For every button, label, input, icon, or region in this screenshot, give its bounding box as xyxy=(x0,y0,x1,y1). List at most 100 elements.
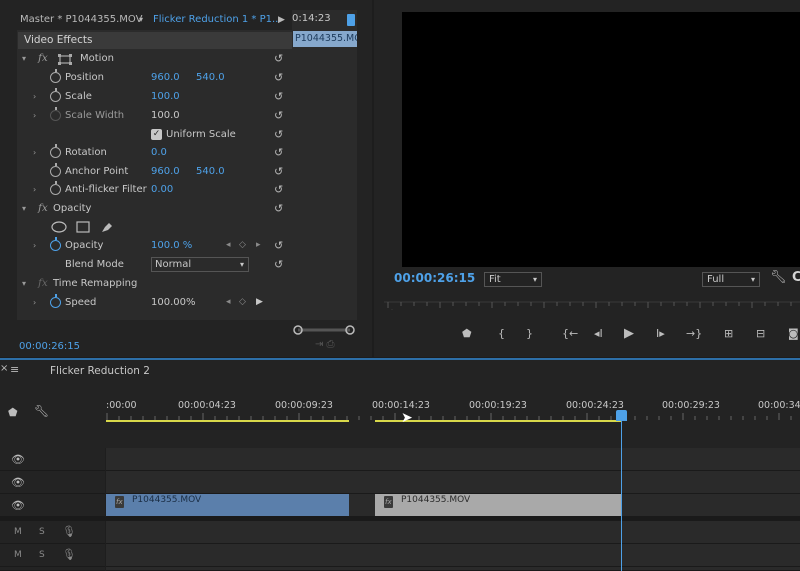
tab-master-clip[interactable]: Master * P1044355.MOV xyxy=(20,10,142,30)
reset-icon[interactable]: ↺ xyxy=(274,90,286,103)
opacity-value[interactable]: 100.0 % xyxy=(151,240,192,251)
export-frame-icon[interactable]: ◙ xyxy=(788,327,799,340)
scale-value[interactable]: 100.0 xyxy=(151,91,180,102)
zoom-scrollbar[interactable] xyxy=(292,322,357,338)
motion-effect-row[interactable]: ▾ fx Motion ↺ xyxy=(18,51,292,69)
opacity-effect-row[interactable]: ▾ fx Opacity ↺ xyxy=(18,201,292,219)
sequence-tab-title[interactable]: Flicker Reduction 2 xyxy=(50,365,150,377)
track-header-v2[interactable]: 👁︎ xyxy=(0,471,105,494)
program-time-ruler[interactable] xyxy=(384,298,800,310)
collapse-chevron-icon[interactable]: ▾ xyxy=(22,54,26,63)
expand-chevron-icon[interactable]: › xyxy=(33,111,36,120)
uniform-scale-checkbox[interactable]: ✓ xyxy=(151,129,162,140)
stopwatch-icon[interactable] xyxy=(50,181,61,195)
expand-chevron-icon[interactable]: › xyxy=(33,92,36,101)
add-keyframe-icon[interactable]: ◇ xyxy=(239,240,246,250)
track-v2[interactable] xyxy=(106,471,800,494)
mini-clip-bar[interactable]: P1044355.MOV xyxy=(293,31,357,47)
timeline-clip[interactable]: fx P1044355.MOV xyxy=(106,494,349,516)
reset-icon[interactable]: ↺ xyxy=(274,128,286,141)
track-header-v3[interactable]: 👁︎ xyxy=(0,448,105,471)
reset-icon[interactable]: ↺ xyxy=(274,239,286,252)
playhead-line[interactable] xyxy=(621,418,622,571)
reset-icon[interactable]: ↺ xyxy=(274,52,286,65)
track-header-a1[interactable]: M S 🎙︎ xyxy=(0,521,105,544)
eye-icon[interactable]: 👁︎ xyxy=(11,453,25,466)
mini-timeline[interactable] xyxy=(292,10,357,320)
track-v3[interactable] xyxy=(106,448,800,471)
track-header-a2[interactable]: M S 🎙︎ xyxy=(0,544,105,567)
fx-badge-icon[interactable]: fx xyxy=(115,496,124,508)
mini-playhead[interactable] xyxy=(347,14,355,26)
work-area-bar[interactable] xyxy=(106,420,349,422)
time-remapping-row[interactable]: ▾ fx Time Remapping xyxy=(18,276,292,294)
expand-chevron-icon[interactable]: › xyxy=(33,185,36,194)
track-a1[interactable] xyxy=(106,521,800,544)
collapse-chevron-icon[interactable]: ▾ xyxy=(22,204,26,213)
prev-keyframe-icon[interactable]: ◂ xyxy=(226,240,231,250)
track-a2[interactable] xyxy=(106,544,800,567)
next-keyframe-icon[interactable]: ▸ xyxy=(256,240,261,250)
position-y-value[interactable]: 540.0 xyxy=(196,72,225,83)
expand-chevron-icon[interactable]: › xyxy=(33,148,36,157)
track-a3[interactable] xyxy=(106,567,800,571)
playhead-handle[interactable] xyxy=(616,410,627,421)
stopwatch-icon[interactable] xyxy=(50,294,61,308)
antiflicker-value[interactable]: 0.00 xyxy=(151,184,173,195)
eye-icon[interactable]: 👁︎ xyxy=(11,499,25,512)
go-to-in-icon[interactable]: {← xyxy=(562,327,578,340)
mark-out-icon[interactable]: } xyxy=(526,327,533,340)
transform-box-icon[interactable] xyxy=(58,54,72,65)
stopwatch-icon[interactable] xyxy=(50,163,61,177)
wrench-icon[interactable]: 🔧︎ xyxy=(34,404,49,418)
rotation-value[interactable]: 0.0 xyxy=(151,147,167,158)
microphone-icon[interactable]: 🎙︎ xyxy=(62,548,76,561)
blend-mode-select[interactable]: Normal ▾ xyxy=(151,257,249,272)
mute-toggle[interactable]: M xyxy=(14,550,22,560)
playback-resolution-select[interactable]: Full ▾ xyxy=(702,272,760,287)
position-x-value[interactable]: 960.0 xyxy=(151,72,180,83)
reset-icon[interactable]: ↺ xyxy=(274,183,286,196)
fx-icon[interactable]: fx xyxy=(38,52,48,64)
prev-keyframe-icon[interactable]: ◂ xyxy=(226,297,231,307)
ellipse-mask-icon[interactable] xyxy=(51,221,67,233)
reset-icon[interactable]: ↺ xyxy=(274,165,286,178)
reset-icon[interactable]: ↺ xyxy=(274,109,286,122)
lift-icon[interactable]: ⊞ xyxy=(724,327,733,340)
program-video-frame[interactable] xyxy=(402,12,800,267)
wrench-icon[interactable]: 🔧︎ xyxy=(770,270,787,285)
close-tab-icon[interactable]: × xyxy=(0,363,8,374)
extract-icon[interactable]: ⊟ xyxy=(756,327,765,340)
mark-in-icon[interactable]: { xyxy=(498,327,505,340)
eye-icon[interactable]: 👁︎ xyxy=(11,476,25,489)
stopwatch-icon[interactable] xyxy=(50,237,61,251)
reset-icon[interactable]: ↺ xyxy=(274,258,286,271)
speed-value[interactable]: 100.00% xyxy=(151,297,196,308)
expand-chevron-icon[interactable]: › xyxy=(33,298,36,307)
rectangle-mask-icon[interactable] xyxy=(76,221,90,233)
effect-controls-timecode[interactable]: 00:00:26:15 xyxy=(19,341,80,352)
step-back-icon[interactable]: ◂I xyxy=(594,327,603,340)
microphone-icon[interactable]: 🎙︎ xyxy=(62,525,76,538)
play-only-icon[interactable]: ▶ xyxy=(278,10,285,30)
filter-export-icons[interactable]: ⇥ ⎙ xyxy=(315,339,335,350)
expand-chevron-icon[interactable]: › xyxy=(33,241,36,250)
hamburger-menu-icon[interactable]: ≡ xyxy=(10,363,19,376)
add-keyframe-icon[interactable]: ◇ xyxy=(239,297,246,307)
solo-toggle[interactable]: S xyxy=(39,550,45,560)
timeline-clip[interactable]: fx P1044355.MOV xyxy=(375,494,621,516)
comparison-view-icon[interactable]: C xyxy=(792,270,800,285)
reset-icon[interactable]: ↺ xyxy=(274,202,286,215)
reset-icon[interactable]: ↺ xyxy=(274,71,286,84)
fx-badge-icon[interactable]: fx xyxy=(384,496,393,508)
zoom-level-select[interactable]: Fit ▾ xyxy=(484,272,542,287)
next-keyframe-icon[interactable]: ▶ xyxy=(256,297,263,307)
stopwatch-icon[interactable] xyxy=(50,88,61,102)
pen-tool-icon[interactable] xyxy=(100,220,114,234)
go-to-out-icon[interactable]: →} xyxy=(686,327,702,340)
chevron-down-icon[interactable]: ▾ xyxy=(139,10,143,30)
track-header-v1[interactable]: 👁︎ xyxy=(0,494,105,517)
anchor-y-value[interactable]: 540.0 xyxy=(196,166,225,177)
anchor-x-value[interactable]: 960.0 xyxy=(151,166,180,177)
tab-sequence-clip[interactable]: Flicker Reduction 1 * P1... xyxy=(153,10,282,30)
